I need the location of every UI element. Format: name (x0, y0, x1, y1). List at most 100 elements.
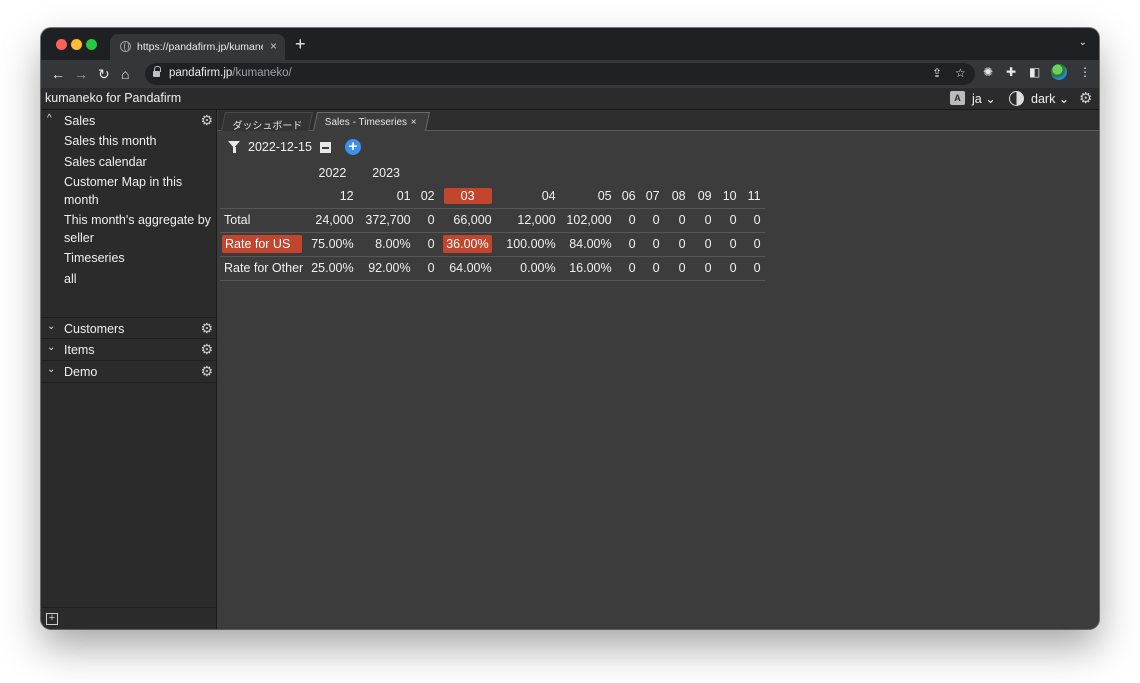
sidebar-section-label: Demo (64, 365, 98, 379)
column-header-highlighted[interactable]: 03 (438, 184, 496, 209)
table-cell: 25.00% (307, 256, 358, 281)
home-icon[interactable]: ⌂ (121, 64, 129, 84)
app-title: kumaneko for Pandafirm (45, 91, 182, 105)
sidebar-item-all[interactable]: all (64, 270, 214, 288)
column-header[interactable]: 02 (414, 184, 439, 209)
column-header[interactable]: 09 (689, 184, 716, 209)
gear-icon[interactable]: ⚙ (200, 363, 213, 380)
filter-icon[interactable] (228, 141, 240, 153)
table-cell: 0 (715, 256, 741, 281)
close-window-button[interactable] (56, 39, 67, 50)
add-button[interactable]: + (345, 139, 361, 155)
table-cell: 0 (615, 256, 640, 281)
new-tab-button[interactable]: + (295, 34, 306, 55)
column-header[interactable]: 11 (740, 184, 765, 209)
maximize-window-button[interactable] (86, 39, 97, 50)
chevron-down-icon[interactable]: ⌄ (47, 342, 55, 353)
profile-avatar[interactable] (1051, 64, 1067, 80)
browser-window: https://pandafirm.jp/kumaneko/ × + ⌄ ← →… (41, 28, 1099, 629)
column-header[interactable]: 04 (495, 184, 560, 209)
language-select[interactable]: ja ⌄ (972, 91, 996, 106)
row-label[interactable]: Rate for Other (220, 256, 308, 281)
sidebar-section-sales[interactable]: ^ Sales ⚙ (41, 110, 217, 132)
row-label[interactable]: Total (220, 208, 308, 233)
sidebar-item-sales-this-month[interactable]: Sales this month (64, 132, 214, 150)
back-icon[interactable]: ← (51, 64, 65, 84)
add-section-icon[interactable]: + (46, 613, 58, 625)
gear-icon[interactable]: ⚙ (200, 341, 213, 358)
close-tab-icon[interactable]: × (407, 117, 417, 128)
browser-tab-title: https://pandafirm.jp/kumaneko/ (137, 41, 263, 53)
table-cell: 0 (663, 256, 690, 281)
tab-search-icon[interactable]: ⌄ (1079, 37, 1087, 48)
sidebar-section-label: Customers (64, 322, 125, 336)
forward-icon[interactable]: → (74, 64, 88, 84)
table-cell: 0 (715, 208, 741, 233)
table-cell: 0 (639, 208, 664, 233)
column-header[interactable]: 01 (357, 184, 415, 209)
gear-icon[interactable]: ⚙ (200, 112, 213, 129)
sidebar-section-label: Sales (64, 114, 96, 128)
minimize-window-button[interactable] (71, 39, 82, 50)
sidebar-section-items[interactable]: ⌄ Items ⚙ (41, 339, 217, 361)
chevron-down-icon[interactable]: ⌄ (47, 364, 55, 375)
table-cell: 64.00% (438, 256, 496, 281)
timeseries-table: 2022 2023 12 01 02 03 04 05 06 07 08 09 … (220, 162, 765, 281)
theme-icon (1009, 91, 1024, 106)
tab-dashboard[interactable]: ダッシュボード (220, 112, 314, 132)
sidebar-item-sales-calendar[interactable]: Sales calendar (64, 153, 214, 171)
sidebar-section-label: Items (64, 343, 95, 357)
sidebar-item-aggregate-by-seller[interactable]: This month's aggregate by seller (64, 211, 214, 247)
tab-label: Sales - Timeseries (324, 117, 408, 128)
extension-icon[interactable]: ✺ (983, 65, 993, 79)
column-header[interactable]: 07 (639, 184, 664, 209)
table-cell: 0 (663, 232, 690, 257)
sidebar-section-customers[interactable]: ⌄ Customers ⚙ (41, 317, 217, 339)
column-header[interactable]: 10 (715, 184, 741, 209)
table-cell: 0 (663, 208, 690, 233)
sidebar-item-customer-map[interactable]: Customer Map in this month (64, 173, 214, 209)
star-icon[interactable]: ☆ (955, 66, 966, 80)
table-cell: 0 (689, 256, 716, 281)
menu-icon[interactable]: ⋮ (1079, 65, 1091, 79)
share-icon[interactable]: ⇪ (932, 66, 942, 80)
table-cell: 92.00% (357, 256, 415, 281)
close-tab-icon[interactable]: × (270, 39, 277, 53)
highlighted-value: 36.00% (443, 235, 492, 253)
reload-icon[interactable]: ↻ (98, 64, 110, 84)
month-header-row: 12 01 02 03 04 05 06 07 08 09 10 11 (220, 184, 765, 209)
column-header[interactable]: 12 (307, 184, 358, 209)
sidepanel-icon[interactable]: ◧ (1029, 65, 1040, 79)
tab-sales-timeseries[interactable]: Sales - Timeseries × (312, 112, 431, 131)
sidebar-section-demo[interactable]: ⌄ Demo ⚙ (41, 361, 217, 383)
browser-tab[interactable]: https://pandafirm.jp/kumaneko/ × (110, 34, 285, 60)
column-header[interactable]: 08 (663, 184, 690, 209)
table-row: Rate for Other 25.00% 92.00% 0 64.00% 0.… (220, 256, 765, 281)
gear-icon[interactable]: ⚙ (200, 320, 213, 337)
settings-gear-icon[interactable]: ⚙ (1079, 89, 1092, 107)
column-header[interactable]: 05 (559, 184, 616, 209)
sidebar-item-timeseries[interactable]: Timeseries (64, 249, 214, 267)
year-2022: 2022 (318, 166, 347, 180)
column-header[interactable]: 06 (615, 184, 640, 209)
lock-icon[interactable] (153, 66, 161, 78)
theme-select[interactable]: dark ⌄ (1031, 91, 1069, 106)
translate-icon: A (950, 91, 965, 105)
table-cell: 12,000 (495, 208, 560, 233)
chevron-down-icon[interactable]: ⌄ (47, 321, 55, 332)
url-text: pandafirm.jp/kumaneko/ (169, 67, 292, 79)
table-cell: 24,000 (307, 208, 358, 233)
table-cell: 0 (615, 208, 640, 233)
table-cell: 84.00% (559, 232, 616, 257)
filter-date[interactable]: 2022-12-15 (248, 140, 312, 154)
main-panel: ダッシュボード Sales - Timeseries × 2022-12-15 +… (218, 110, 1099, 629)
table-cell: 100.00% (495, 232, 560, 257)
calendar-icon[interactable] (320, 142, 331, 153)
year-row: 2022 2023 (220, 162, 765, 184)
sidebar: ^ Sales ⚙ Sales this month Sales calenda… (41, 110, 217, 629)
puzzle-icon[interactable]: ✚ (1006, 65, 1016, 79)
address-bar[interactable]: pandafirm.jp/kumaneko/ ⇪ ☆ (145, 63, 975, 85)
table-cell: 0 (639, 256, 664, 281)
row-label-highlighted[interactable]: Rate for US (220, 232, 308, 257)
chevron-up-icon[interactable]: ^ (47, 113, 52, 124)
